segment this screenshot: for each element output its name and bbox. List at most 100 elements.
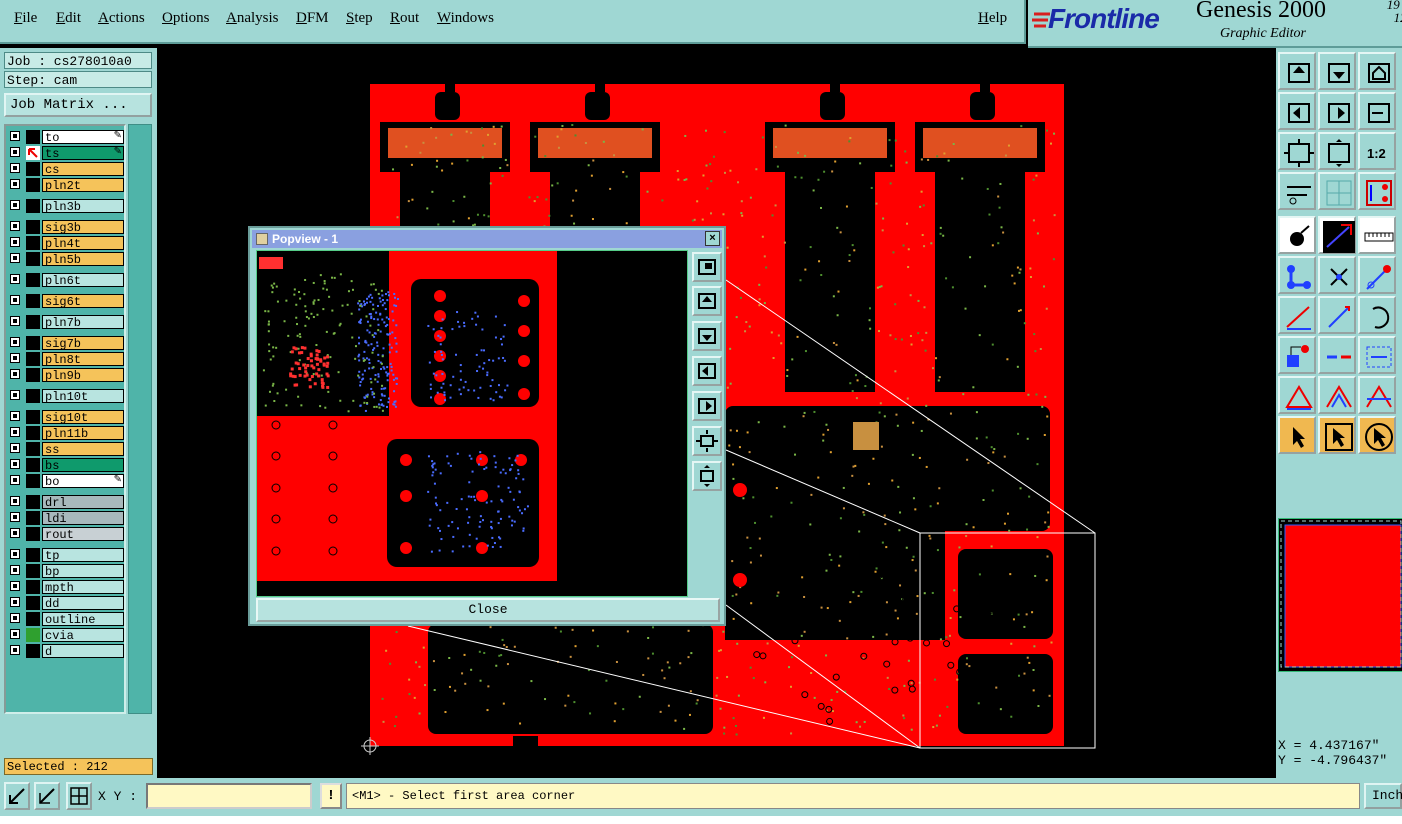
layer-checkbox[interactable] — [10, 512, 20, 522]
layer-name[interactable]: dd — [42, 596, 124, 611]
menu-options[interactable]: Options — [162, 10, 210, 27]
layer-name[interactable]: pln9b — [42, 368, 124, 383]
layer-row-to[interactable]: to ✎ — [8, 130, 124, 145]
menu-windows[interactable]: Windows — [437, 10, 494, 27]
layer-name[interactable]: rout — [42, 527, 124, 542]
layer-row-mpth[interactable]: mpth — [8, 580, 124, 595]
layer-row-bp[interactable]: bp — [8, 564, 124, 579]
layer-row-bo[interactable]: bo ✎ — [8, 474, 124, 489]
layer-checkbox[interactable] — [10, 443, 20, 453]
select-circle-button[interactable] — [1358, 416, 1396, 454]
measure-button[interactable] — [1278, 172, 1316, 210]
layer-checkbox[interactable] — [10, 200, 20, 210]
layer-row-pln7b[interactable]: pln7b — [8, 315, 124, 330]
close-icon[interactable]: × — [705, 231, 720, 246]
window-menu-icon[interactable] — [256, 233, 268, 245]
layer-checkbox[interactable] — [10, 427, 20, 437]
popview-close-button[interactable]: Close — [256, 598, 720, 622]
layer-checkbox[interactable] — [10, 528, 20, 538]
layer-row-drl[interactable]: drl — [8, 495, 124, 510]
layer-row-pln11b[interactable]: pln11b — [8, 426, 124, 441]
layer-checkbox[interactable] — [10, 549, 20, 559]
zoom-1to1-button[interactable]: 1:2 — [1358, 132, 1396, 170]
layer-checkbox[interactable] — [10, 131, 20, 141]
menu-edit[interactable]: Edit — [56, 10, 81, 27]
layer-name[interactable]: ldi — [42, 511, 124, 526]
layer-list-scrollbar[interactable] — [128, 124, 152, 714]
menu-analysis[interactable]: Analysis — [226, 10, 279, 27]
cross-button[interactable] — [1318, 256, 1356, 294]
layer-row-pln8t[interactable]: pln8t — [8, 352, 124, 367]
popview-titlebar[interactable]: Popview - 1 × — [252, 230, 722, 248]
layer-row-sig10t[interactable]: sig10t — [8, 410, 124, 425]
layer-checkbox[interactable] — [10, 274, 20, 284]
route-button[interactable] — [1358, 256, 1396, 294]
select-net-button[interactable] — [1278, 256, 1316, 294]
layer-name[interactable]: pln10t — [42, 389, 124, 404]
layer-row-pln4t[interactable]: pln4t — [8, 236, 124, 251]
layer-name[interactable]: d — [42, 644, 124, 659]
layer-checkbox[interactable] — [10, 221, 20, 231]
layer-row-cs[interactable]: cs — [8, 162, 124, 177]
layer-checkbox[interactable] — [10, 411, 20, 421]
layer-row-sig6t[interactable]: sig6t — [8, 294, 124, 309]
layer-row-tp[interactable]: tp — [8, 548, 124, 563]
layer-name[interactable]: pln3b — [42, 199, 124, 214]
units-button[interactable]: Inch — [1364, 783, 1402, 809]
layer-row-sig7b[interactable]: sig7b — [8, 336, 124, 351]
select-pointer-button[interactable] — [1278, 416, 1316, 454]
layer-checkbox[interactable] — [10, 369, 20, 379]
layer-name[interactable]: pln7b — [42, 315, 124, 330]
popview-pan-down-button[interactable] — [692, 321, 722, 351]
menu-step[interactable]: Step — [346, 10, 373, 27]
layer-row-pln3b[interactable]: pln3b — [8, 199, 124, 214]
popview-zoom-in-button[interactable] — [692, 426, 722, 456]
triangle-1-button[interactable] — [1278, 376, 1316, 414]
layer-row-d[interactable]: d — [8, 644, 124, 659]
layer-name[interactable]: pln5b — [42, 252, 124, 267]
rotate-button[interactable] — [1358, 296, 1396, 334]
snap-mode-button[interactable] — [4, 782, 30, 810]
measure-box-button[interactable] — [1358, 336, 1396, 374]
layer-row-pln10t[interactable]: pln10t — [8, 389, 124, 404]
menu-help[interactable]: Help — [978, 10, 1007, 27]
grid-mode-button[interactable] — [66, 782, 92, 810]
zoom-back-button[interactable] — [1358, 92, 1396, 130]
popview-zoom-out-button[interactable] — [692, 461, 722, 491]
layer-checkbox[interactable] — [10, 147, 20, 157]
alert-button[interactable]: ! — [320, 783, 342, 809]
layer-row-rout[interactable]: rout — [8, 527, 124, 542]
layer-checkbox[interactable] — [10, 237, 20, 247]
zoom-house-button[interactable] — [1358, 52, 1396, 90]
snap-button[interactable] — [1278, 216, 1316, 254]
xy-input[interactable] — [146, 783, 312, 809]
layer-row-ldi[interactable]: ldi — [8, 511, 124, 526]
layer-name[interactable]: sig7b — [42, 336, 124, 351]
layer-row-pln6t[interactable]: pln6t — [8, 273, 124, 288]
layer-name[interactable]: sig6t — [42, 294, 124, 309]
layer-checkbox[interactable] — [10, 253, 20, 263]
layer-row-dd[interactable]: dd — [8, 596, 124, 611]
layer-checkbox[interactable] — [10, 459, 20, 469]
select-box-button[interactable] — [1318, 416, 1356, 454]
menu-actions[interactable]: Actions — [98, 10, 145, 27]
zoom-home-button[interactable] — [1278, 52, 1316, 90]
menu-dfm[interactable]: DFM — [296, 10, 329, 27]
layer-name[interactable]: ts ✎ — [42, 146, 124, 161]
layer-name[interactable]: bo ✎ — [42, 474, 124, 489]
layer-checkbox[interactable] — [10, 179, 20, 189]
layer-name[interactable]: pln4t — [42, 236, 124, 251]
line-tool-button[interactable] — [1318, 216, 1356, 254]
layer-name[interactable]: sig10t — [42, 410, 124, 425]
layer-name[interactable]: to ✎ — [42, 130, 124, 145]
layer-name[interactable]: cs — [42, 162, 124, 177]
overview-map[interactable] — [1278, 518, 1402, 672]
display-options-button[interactable] — [1358, 172, 1396, 210]
layer-checkbox[interactable] — [10, 597, 20, 607]
layer-name[interactable]: tp — [42, 548, 124, 563]
draw-line-button[interactable] — [1278, 296, 1316, 334]
grid-button[interactable] — [1318, 172, 1356, 210]
layer-checkbox[interactable] — [10, 613, 20, 623]
popview-zoom-area-button[interactable] — [692, 252, 722, 282]
draw-line-2-button[interactable] — [1318, 296, 1356, 334]
